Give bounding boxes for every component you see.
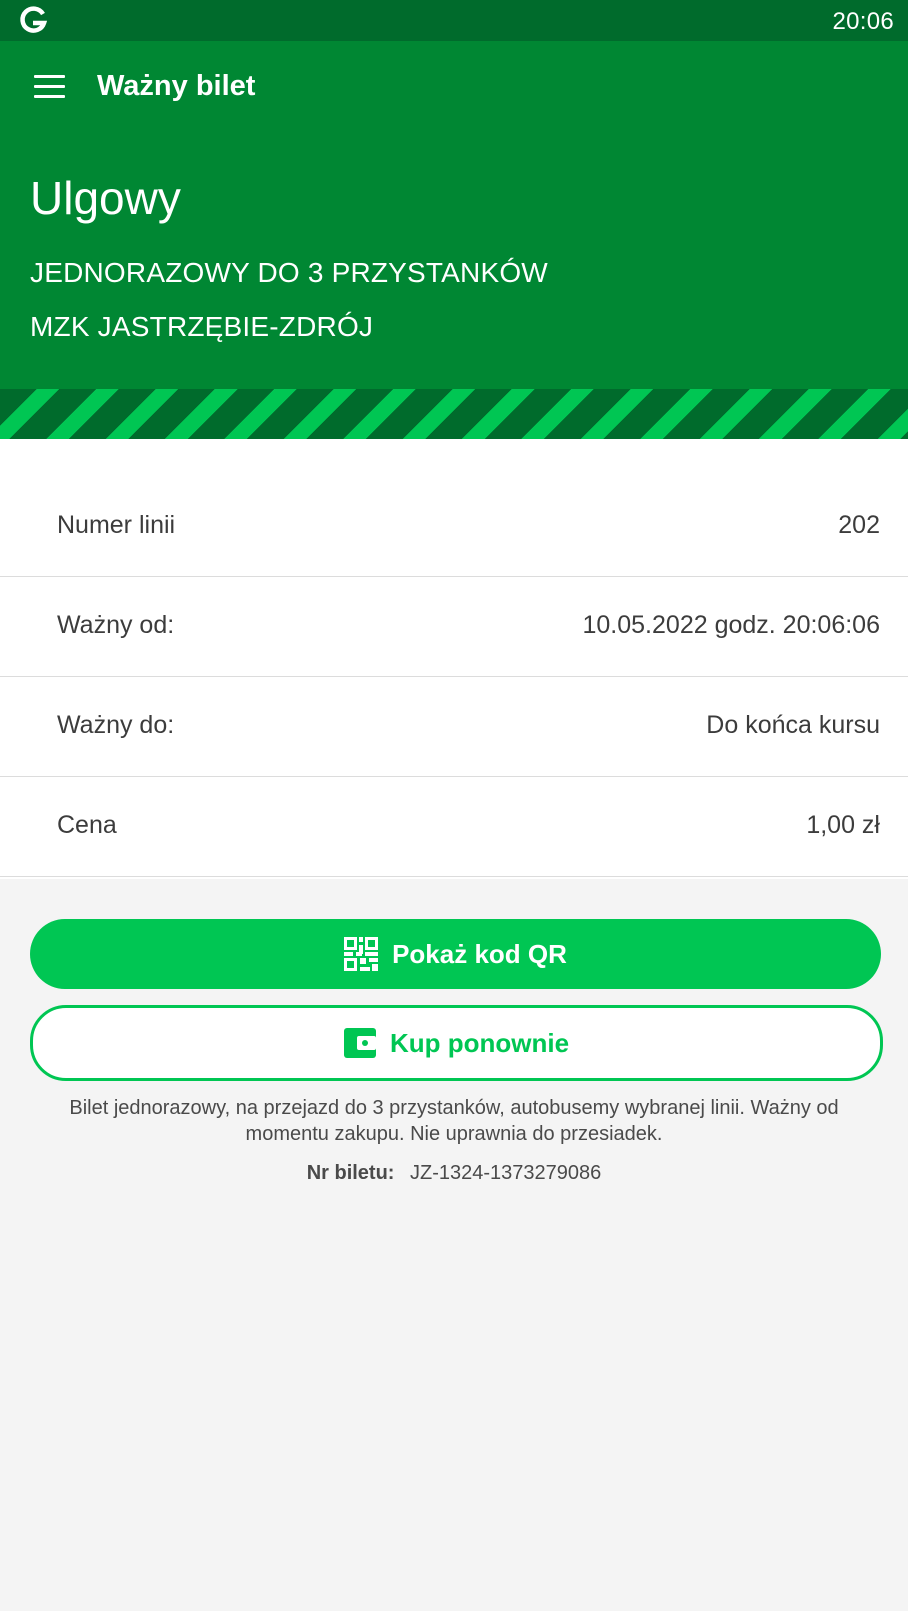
status-time: 20:06 <box>832 8 894 35</box>
hamburger-menu-icon[interactable] <box>28 67 72 107</box>
ticket-header: Ważny bilet Ulgowy JEDNORAZOWY DO 3 PRZY… <box>0 41 908 389</box>
detail-label: Cena <box>57 811 117 839</box>
ticket-number-label: Nr biletu: <box>306 1162 395 1184</box>
app-screen: 20:06 Ważny bilet Ulgowy JEDNORAZOWY DO … <box>0 0 908 1611</box>
detail-label: Ważny od: <box>57 611 175 639</box>
ticket-name: JEDNORAZOWY DO 3 PRZYSTANKÓW <box>30 257 548 288</box>
buy-again-button[interactable]: Kup ponownie <box>30 1005 883 1081</box>
detail-row-price: Cena 1,00 zł <box>0 777 908 877</box>
google-g-icon <box>20 6 48 33</box>
detail-row-valid-to: Ważny do: Do końca kursu <box>0 677 908 777</box>
status-bar: 20:06 <box>0 0 908 41</box>
ticket-type: Ulgowy <box>30 172 181 224</box>
page-title: Ważny bilet <box>97 70 256 102</box>
decorative-stripes <box>0 389 908 439</box>
detail-row-line-number: Numer linii 202 <box>0 477 908 577</box>
ticket-operator: MZK JASTRZĘBIE-ZDRÓJ <box>30 311 374 342</box>
detail-value: Do końca kursu <box>706 711 880 739</box>
detail-label: Numer linii <box>57 511 176 539</box>
detail-label: Ważny do: <box>57 711 175 739</box>
wallet-icon <box>343 1028 376 1058</box>
ticket-number: Nr biletu: JZ-1324-1373279086 <box>0 1162 908 1185</box>
detail-row-valid-from: Ważny od: 10.05.2022 godz. 20:06:06 <box>0 577 908 677</box>
ticket-details: Numer linii 202 Ważny od: 10.05.2022 god… <box>0 439 908 879</box>
show-qr-label: Pokaż kod QR <box>392 938 567 969</box>
detail-value: 10.05.2022 godz. 20:06:06 <box>582 611 881 639</box>
detail-value: 202 <box>838 511 880 539</box>
ticket-number-value: JZ-1324-1373279086 <box>410 1162 602 1184</box>
buy-again-label: Kup ponownie <box>389 1027 570 1058</box>
detail-value: 1,00 zł <box>806 811 880 839</box>
show-qr-button[interactable]: Pokaż kod QR <box>30 919 881 989</box>
qr-code-icon <box>344 937 379 971</box>
ticket-description: Bilet jednorazowy, na przejazd do 3 przy… <box>69 1097 839 1145</box>
